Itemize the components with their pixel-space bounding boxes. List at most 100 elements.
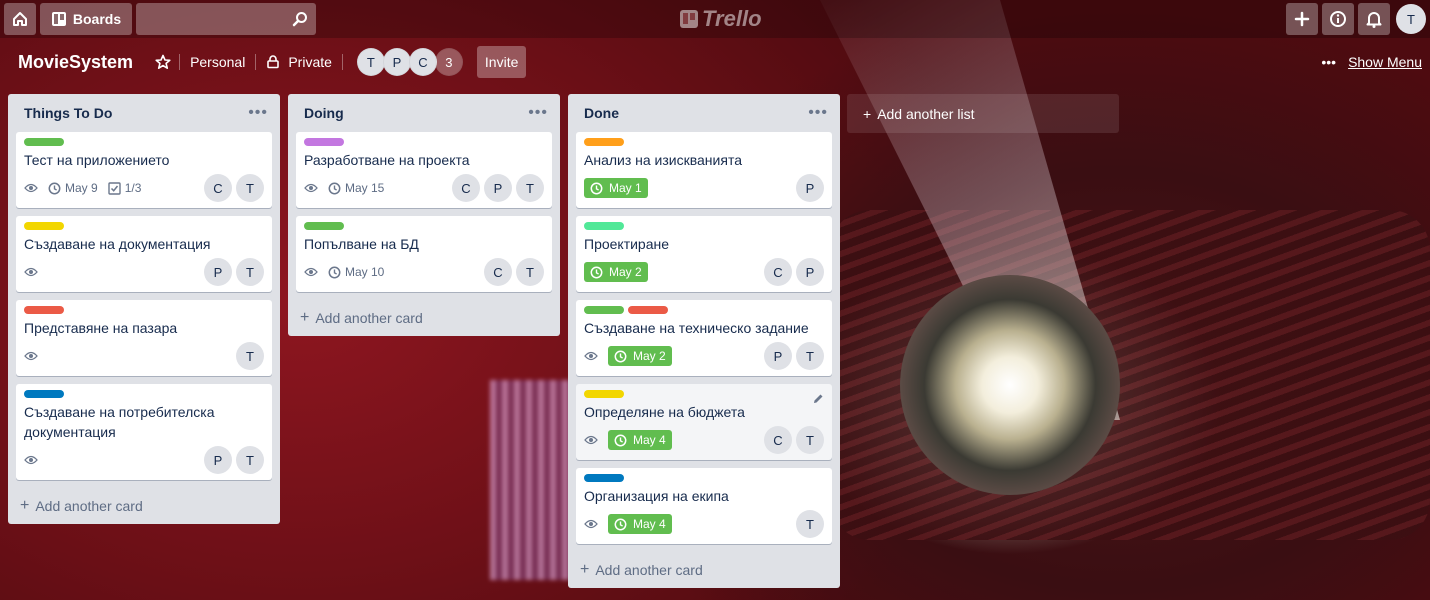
card-member-avatar[interactable]: P: [204, 446, 232, 474]
card-member-avatar[interactable]: T: [236, 174, 264, 202]
card-member-avatar[interactable]: P: [796, 258, 824, 286]
card-label[interactable]: [628, 306, 668, 314]
card-badges: May 9 1/3: [24, 181, 141, 195]
search-input[interactable]: [136, 3, 316, 35]
card-member-avatar[interactable]: P: [484, 174, 512, 202]
card-label[interactable]: [584, 222, 624, 230]
card-member-avatar[interactable]: T: [236, 446, 264, 474]
card-label[interactable]: [584, 390, 624, 398]
trello-logo[interactable]: Trello: [680, 6, 762, 32]
card[interactable]: Създаване на документация P T: [16, 216, 272, 292]
list-title[interactable]: Things To Do: [24, 105, 112, 121]
list[interactable]: Things To Do ••• Тест на приложението May 9…: [8, 94, 280, 524]
watch-icon: [24, 267, 38, 277]
list-title[interactable]: Done: [584, 105, 619, 121]
card-member-avatar[interactable]: T: [236, 258, 264, 286]
card-member-avatar[interactable]: C: [204, 174, 232, 202]
card-badges: May 4: [584, 430, 672, 450]
card-member-avatar[interactable]: T: [796, 426, 824, 454]
card[interactable]: Създаване на потребителска документация P…: [16, 384, 272, 480]
add-card-button[interactable]: + Add another card: [296, 300, 552, 336]
due-date-badge[interactable]: May 4: [608, 430, 672, 450]
due-date-badge[interactable]: May 9: [48, 181, 98, 195]
create-button[interactable]: [1286, 3, 1318, 35]
card-label[interactable]: [24, 222, 64, 230]
list-menu-icon[interactable]: •••: [528, 104, 548, 122]
background-projector: [830, 210, 1430, 540]
card[interactable]: Определяне на бюджета May 4 CT: [576, 384, 832, 460]
member-count[interactable]: 3: [434, 48, 463, 76]
card[interactable]: Анализ на изискванията May 1 P: [576, 132, 832, 208]
card-member-avatar[interactable]: T: [796, 510, 824, 538]
card[interactable]: Създаване на техническо задание May 2 PT: [576, 300, 832, 376]
add-card-button[interactable]: + Add another card: [16, 488, 272, 524]
card-footer: PT: [24, 446, 264, 474]
add-card-button[interactable]: + Add another card: [576, 552, 832, 588]
watch-icon: [584, 519, 598, 529]
card-members: P: [796, 174, 824, 202]
card-label[interactable]: [584, 306, 624, 314]
trello-logo-text: Trello: [702, 6, 762, 31]
user-avatar[interactable]: T: [1396, 4, 1426, 34]
card-footer: May 10 C T: [304, 258, 544, 286]
info-button[interactable]: [1322, 3, 1354, 35]
checklist-text: 1/3: [124, 181, 142, 195]
edit-pencil-icon[interactable]: [812, 392, 824, 410]
card-member-avatar[interactable]: P: [764, 342, 792, 370]
card-member-avatar[interactable]: P: [204, 258, 232, 286]
boards-button[interactable]: Boards: [40, 3, 132, 35]
card-label[interactable]: [24, 138, 64, 146]
card-label[interactable]: [584, 138, 624, 146]
member-avatar[interactable]: P: [382, 48, 411, 76]
card-label[interactable]: [24, 390, 64, 398]
list[interactable]: Done ••• Анализ на изискванията May 1 P Проек…: [568, 94, 840, 588]
card-member-avatar[interactable]: T: [796, 342, 824, 370]
card-member-avatar[interactable]: T: [236, 342, 264, 370]
card[interactable]: Попълване на БД May 10 C T: [296, 216, 552, 292]
card-member-avatar[interactable]: T: [516, 174, 544, 202]
plus-icon: +: [20, 497, 30, 514]
card-footer: May 9 1/3 C T: [24, 174, 264, 202]
card-label[interactable]: [24, 306, 64, 314]
card-labels: [24, 138, 264, 146]
card-member-avatar[interactable]: P: [796, 174, 824, 202]
card[interactable]: Тест на приложението May 9 1/3 C T: [16, 132, 272, 208]
watch-icon: [24, 183, 38, 193]
member-avatar[interactable]: C: [408, 48, 437, 76]
show-menu-button[interactable]: ••• Show Menu: [1321, 54, 1422, 70]
visibility-button[interactable]: Private: [256, 54, 342, 70]
clock-icon: [590, 266, 603, 279]
notifications-button[interactable]: [1358, 3, 1390, 35]
member-avatar[interactable]: T: [356, 48, 385, 76]
list-menu-icon[interactable]: •••: [248, 104, 268, 122]
home-button[interactable]: [4, 3, 36, 35]
board-title[interactable]: MovieSystem: [18, 52, 133, 73]
board-header: MovieSystem Personal Private T P C 3 Inv…: [0, 40, 1430, 84]
card-label[interactable]: [304, 222, 344, 230]
team-button[interactable]: Personal: [180, 54, 255, 70]
due-date-badge[interactable]: May 1: [584, 178, 648, 198]
card[interactable]: Организация на екипа May 4 T: [576, 468, 832, 544]
card-member-avatar[interactable]: C: [764, 258, 792, 286]
due-date-badge[interactable]: May 2: [608, 346, 672, 366]
invite-button[interactable]: Invite: [476, 46, 527, 78]
card[interactable]: Разработване на проекта May 15 C P T: [296, 132, 552, 208]
due-date-badge[interactable]: May 15: [328, 181, 384, 195]
list-title[interactable]: Doing: [304, 105, 344, 121]
card[interactable]: Представяне на пазара T: [16, 300, 272, 376]
card-member-avatar[interactable]: C: [484, 258, 512, 286]
card-member-avatar[interactable]: T: [516, 258, 544, 286]
list-menu-icon[interactable]: •••: [808, 104, 828, 122]
card-label[interactable]: [304, 138, 344, 146]
add-list-button[interactable]: + Add another list: [847, 94, 1119, 133]
card-badges: May 10: [304, 265, 384, 279]
due-date-badge[interactable]: May 4: [608, 514, 672, 534]
due-date-badge[interactable]: May 2: [584, 262, 648, 282]
card-member-avatar[interactable]: C: [764, 426, 792, 454]
card-label[interactable]: [584, 474, 624, 482]
list[interactable]: Doing ••• Разработване на проекта May 15 C P T…: [288, 94, 560, 336]
due-date-badge[interactable]: May 10: [328, 265, 384, 279]
card[interactable]: Проектиране May 2 CP: [576, 216, 832, 292]
star-icon[interactable]: [155, 54, 171, 70]
card-member-avatar[interactable]: C: [452, 174, 480, 202]
